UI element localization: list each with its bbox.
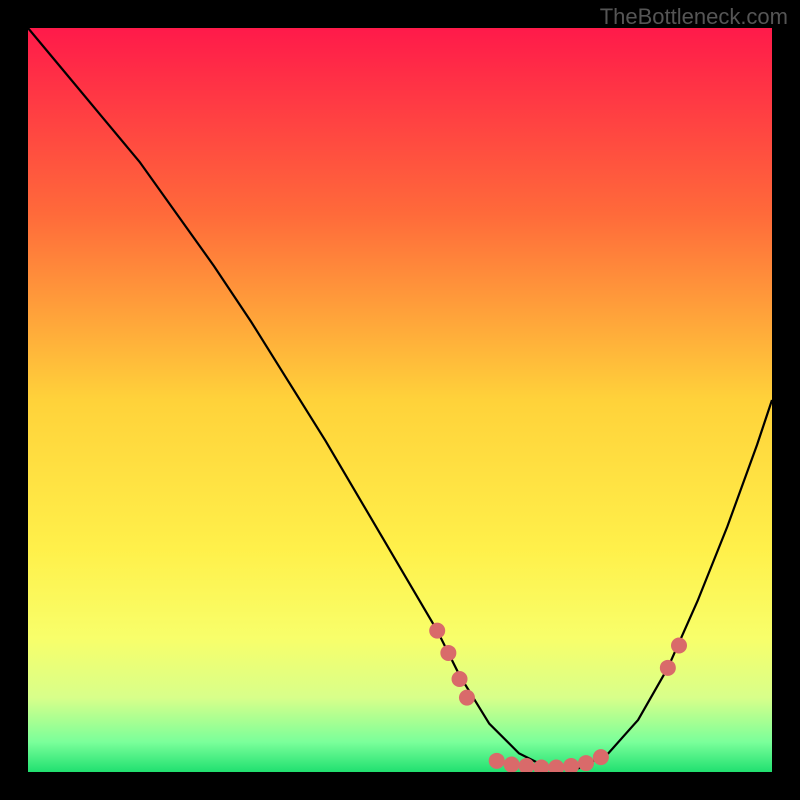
highlight-marker: [578, 755, 594, 771]
chart-svg: [28, 28, 772, 772]
chart-plot-area: [28, 28, 772, 772]
highlight-marker: [671, 638, 687, 654]
gradient-background: [28, 28, 772, 772]
highlight-marker: [459, 690, 475, 706]
highlight-marker: [440, 645, 456, 661]
highlight-marker: [593, 749, 609, 765]
highlight-marker: [504, 757, 520, 772]
highlight-marker: [429, 623, 445, 639]
highlight-marker: [660, 660, 676, 676]
watermark-text: TheBottleneck.com: [600, 4, 788, 30]
highlight-marker: [452, 671, 468, 687]
highlight-marker: [489, 753, 505, 769]
